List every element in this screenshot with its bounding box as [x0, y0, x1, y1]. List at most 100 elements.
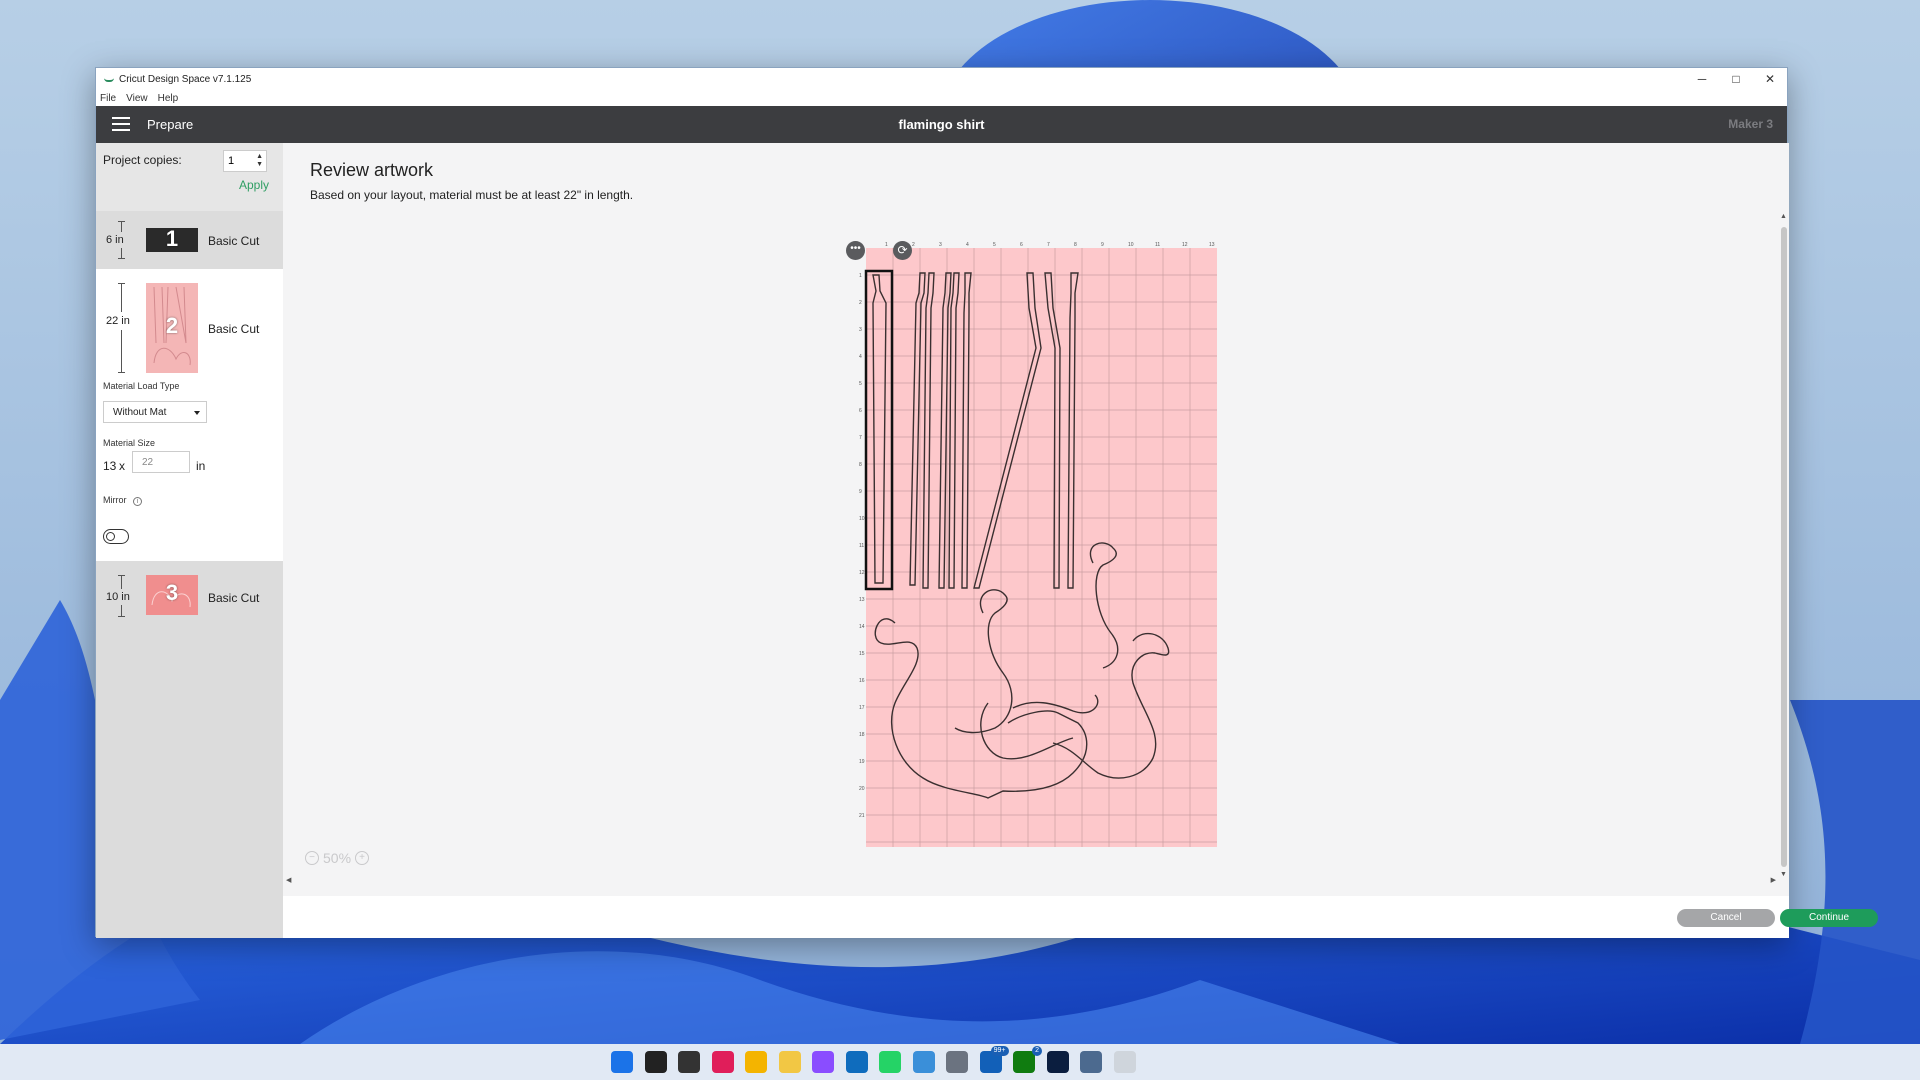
- menu-help[interactable]: Help: [158, 93, 179, 104]
- mat-ruler-label: 13: [859, 597, 865, 603]
- title-bar: Cricut Design Space v7.1.125 ─ □ ✕: [96, 68, 1787, 90]
- mat-size: 10 in: [106, 589, 130, 605]
- mat-ruler-label: 10: [859, 516, 865, 522]
- scroll-down-icon[interactable]: ▼: [1780, 871, 1787, 878]
- menu-bar: File View Help: [96, 90, 188, 106]
- zoom-out-icon[interactable]: −: [305, 851, 319, 865]
- notepad-icon[interactable]: [1080, 1051, 1102, 1073]
- mirror-label: Mirror: [103, 495, 127, 505]
- mat-ruler-label: 5: [993, 242, 996, 248]
- scroll-left-icon[interactable]: ◀: [286, 876, 291, 884]
- mat-ruler-label: 9: [859, 489, 862, 495]
- outlook-icon[interactable]: [845, 1051, 868, 1073]
- scroll-up-icon[interactable]: ▲: [1780, 213, 1787, 220]
- mat-item-3[interactable]: 10 in 3 Basic Cut: [96, 561, 283, 639]
- material-size-label: Material Size: [103, 438, 156, 448]
- photoshop-icon[interactable]: [1046, 1051, 1069, 1073]
- material-load-type-select[interactable]: Without Mat: [103, 401, 207, 423]
- mirror-toggle[interactable]: [103, 529, 129, 544]
- mat-preview-area: 1 2 3 4 5 6 7 8 9 10 11 12 1312345678910111213141516…: [859, 242, 1217, 847]
- mat-ruler-label: 2: [859, 300, 862, 306]
- window-controls: ─ □ ✕: [1685, 68, 1787, 90]
- cricut-icon[interactable]: [1113, 1051, 1136, 1073]
- minimize-icon[interactable]: ─: [1685, 68, 1719, 90]
- mat-background: [866, 248, 1217, 847]
- caret-down-icon: [194, 411, 200, 415]
- more-options-icon[interactable]: •••: [846, 241, 865, 260]
- cricut-app-icon: [104, 76, 114, 82]
- zoom-in-icon[interactable]: +: [355, 851, 370, 865]
- scroll-right-icon[interactable]: ▶: [1771, 876, 1776, 884]
- mat-sidebar: Project copies: 1 ▲ ▼ Apply 6 in 1 Basic …: [96, 143, 283, 938]
- mat-ruler-label: 6: [1020, 242, 1023, 248]
- app-header: Prepare flamingo shirt Maker 3: [96, 106, 1787, 143]
- task-view-icon[interactable]: [678, 1051, 700, 1073]
- messenger-icon[interactable]: [812, 1051, 834, 1073]
- mat-ruler-label: 21: [859, 813, 865, 819]
- cancel-button[interactable]: Cancel: [1677, 909, 1775, 927]
- windows-start-icon[interactable]: [611, 1051, 633, 1073]
- mat-ruler-label: 18: [859, 732, 865, 738]
- mat-ruler-label: 15: [859, 651, 865, 657]
- scrollbar-thumb[interactable]: [1781, 227, 1787, 867]
- mat-ruler-label: 10: [1128, 242, 1134, 248]
- slack-icon[interactable]: [711, 1051, 734, 1073]
- material-length-input[interactable]: 22: [132, 451, 190, 473]
- xbox-icon[interactable]: 2: [1013, 1046, 1042, 1073]
- machine-name[interactable]: Maker 3: [1728, 117, 1773, 131]
- project-copies-value: 1: [228, 155, 235, 167]
- mat-thumbnail: 3: [146, 575, 198, 615]
- horizontal-scrollbar[interactable]: ◀ ▶: [283, 876, 1779, 886]
- mat-ruler-label: 16: [859, 678, 865, 684]
- mat-ruler-label: 19: [859, 759, 865, 765]
- mat-ruler-label: 12: [1182, 242, 1188, 248]
- close-icon[interactable]: ✕: [1753, 68, 1787, 90]
- menu-file[interactable]: File: [100, 93, 116, 104]
- cutting-mat: 1 2 3 4 5 6 7 8 9 10 11 12 1312345678910111213141516…: [859, 242, 1217, 847]
- mat-item-2[interactable]: 22 in 2 Basic Cut Material Load Type Wit…: [96, 269, 283, 561]
- mat-ruler-label: 1: [859, 273, 862, 279]
- mat-cut-mode: Basic Cut: [208, 234, 260, 248]
- notification-badge: 2: [1032, 1046, 1042, 1056]
- mat-cut-mode: Basic Cut: [208, 591, 260, 605]
- mat-number: 2: [165, 313, 179, 338]
- mat-ruler-label: 4: [966, 242, 969, 248]
- mat-ruler-label: 2: [912, 242, 915, 248]
- mat-thumbnail: 1: [146, 226, 198, 252]
- material-width: 13: [103, 459, 117, 473]
- mat-ruler-label: 8: [859, 462, 862, 468]
- vertical-scrollbar[interactable]: ▲ ▼: [1779, 211, 1789, 878]
- mat-item-1[interactable]: 6 in 1 Basic Cut: [96, 211, 283, 269]
- mat-ruler-label: 20: [859, 786, 865, 792]
- continue-button[interactable]: Continue: [1780, 909, 1878, 927]
- chrome-icon[interactable]: [745, 1051, 767, 1073]
- copies-stepper[interactable]: ▲ ▼: [256, 153, 263, 169]
- project-copies-label: Project copies:: [103, 153, 182, 167]
- mat-ruler-label: 4: [859, 354, 862, 360]
- file-explorer-icon[interactable]: [778, 1051, 801, 1073]
- mat-ruler-label: 14: [859, 624, 865, 630]
- rotate-icon[interactable]: ⟳: [893, 241, 912, 260]
- search-icon[interactable]: [644, 1051, 667, 1073]
- mat-number: 3: [165, 580, 179, 605]
- mat-ruler-label: 3: [859, 327, 862, 333]
- mat-ruler-label: 13: [1209, 242, 1215, 248]
- maximize-icon[interactable]: □: [1719, 68, 1753, 90]
- settings-icon[interactable]: [946, 1051, 968, 1073]
- apply-button[interactable]: Apply: [239, 178, 269, 192]
- vpn-icon[interactable]: [912, 1051, 935, 1073]
- project-copies-input[interactable]: 1 ▲ ▼: [223, 150, 267, 172]
- menu-view[interactable]: View: [126, 93, 148, 104]
- mail-icon[interactable]: 99+: [979, 1046, 1009, 1073]
- info-icon[interactable]: i: [133, 497, 143, 506]
- mat-ruler-label: 9: [1101, 242, 1104, 248]
- mat-number: 1: [165, 226, 179, 251]
- mat-ruler-label: 8: [1074, 242, 1077, 248]
- whatsapp-icon[interactable]: [879, 1051, 901, 1073]
- mat-ruler-label: 5: [859, 381, 862, 387]
- mat-ruler-label: 6: [859, 408, 862, 414]
- mat-size: 22 in: [106, 312, 130, 330]
- material-load-type-label: Material Load Type: [103, 381, 180, 391]
- footer-bar: Cancel Continue: [283, 896, 1878, 938]
- material-size-x: x: [119, 459, 125, 473]
